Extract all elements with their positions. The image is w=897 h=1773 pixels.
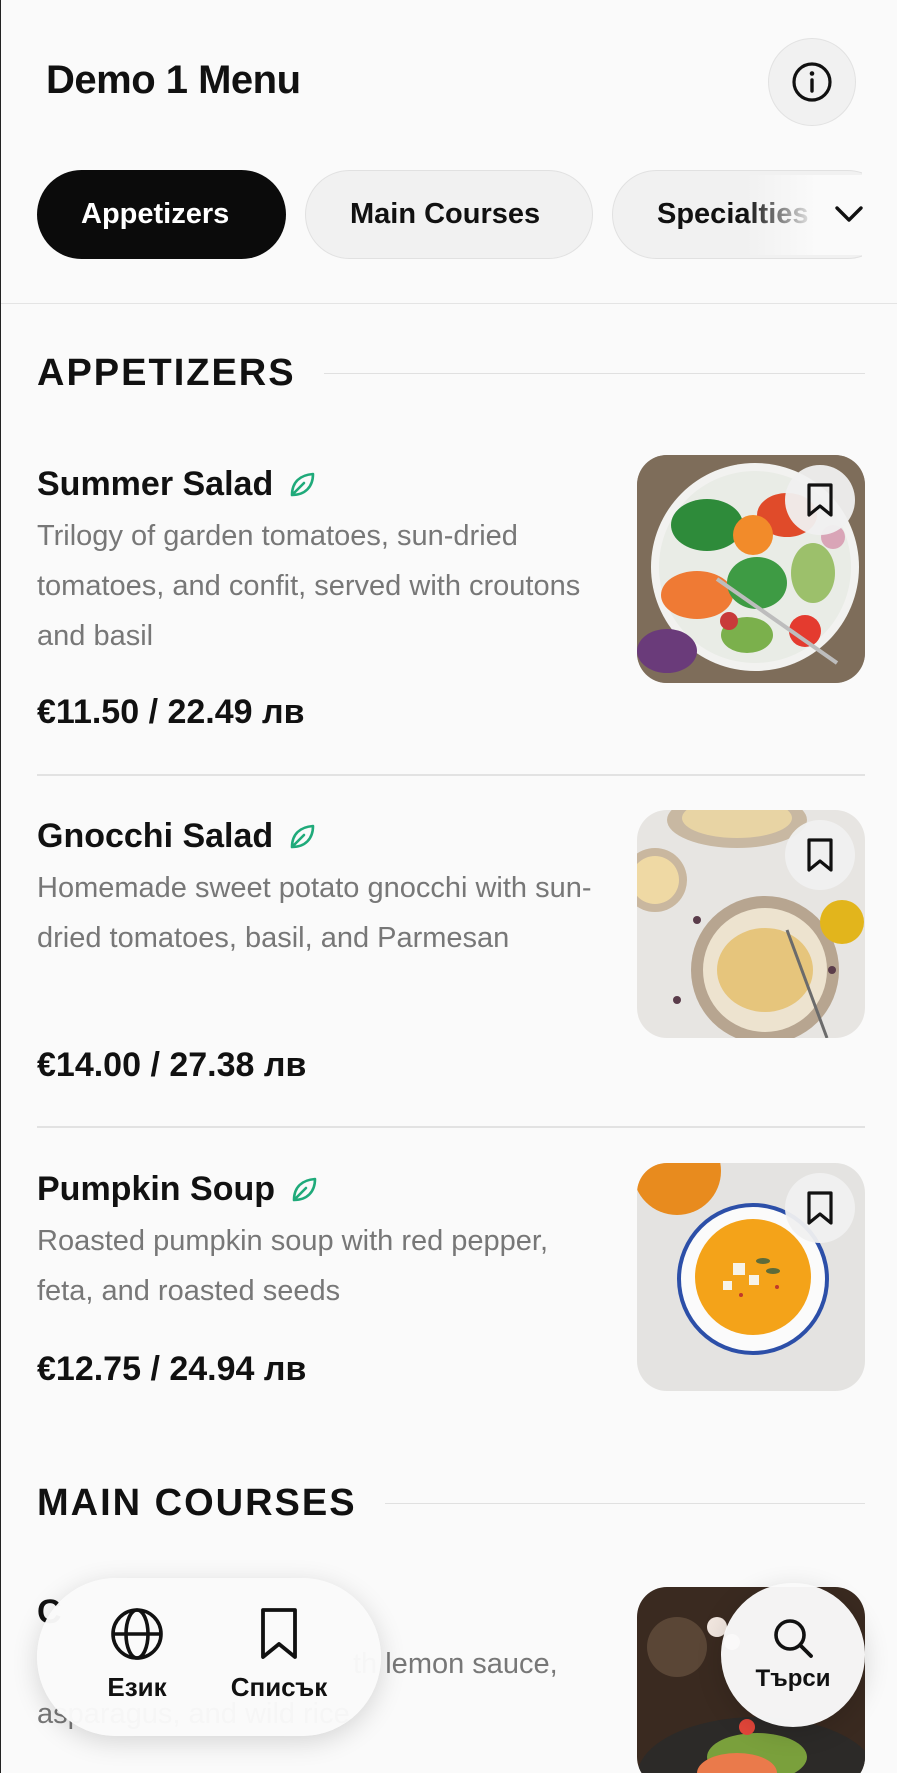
item-description: Homemade sweet potato gnocchi with sun-d…	[37, 872, 592, 954]
vegetarian-leaf-icon	[287, 822, 317, 852]
info-icon	[792, 62, 832, 102]
tab-main-courses[interactable]: Main Courses	[305, 170, 593, 259]
menu-item[interactable]: Pumpkin Soup Roasted pumpkin soup with r…	[37, 1163, 865, 1400]
item-name: Gnocchi Salad	[37, 817, 274, 855]
item-name: Summer Salad	[37, 465, 274, 503]
category-tabs: Appetizers Main Courses Specialties	[37, 170, 862, 260]
menu-header: Demo 1 Menu Appetizers Main Courses Spec…	[1, 0, 897, 304]
saved-list-button[interactable]: Списък	[209, 1606, 349, 1703]
saved-list-label: Списък	[230, 1672, 328, 1702]
item-description: Roasted pumpkin soup with red pepper, fe…	[37, 1225, 549, 1307]
section-rule	[323, 373, 865, 374]
item-price: €14.00 / 27.38 лв	[37, 1046, 307, 1084]
bookmark-icon	[807, 1191, 833, 1225]
menu-item[interactable]: Gnocchi Salad Homemade sweet potato gnoc…	[37, 810, 865, 1084]
section-header-appetizers: APPETIZERS	[37, 352, 865, 395]
section-title: MAIN COURSES	[37, 1482, 357, 1524]
bookmark-icon	[261, 1608, 297, 1659]
globe-icon	[111, 1608, 163, 1660]
item-name-row: Gnocchi Salad	[37, 817, 317, 856]
chevron-down-icon[interactable]	[833, 203, 865, 225]
item-image-gnocchi[interactable]	[637, 810, 865, 1038]
bookmark-icon	[807, 483, 833, 517]
bottom-nav: Език Списък	[37, 1578, 381, 1736]
language-button[interactable]: Език	[67, 1606, 207, 1703]
item-divider	[37, 774, 865, 776]
vegetarian-leaf-icon	[287, 470, 317, 500]
search-label: Търси	[755, 1665, 831, 1692]
bookmark-icon	[807, 838, 833, 872]
bookmark-button[interactable]	[785, 1173, 855, 1243]
item-name-row: Summer Salad	[37, 465, 317, 504]
search-button[interactable]: Търси	[721, 1583, 865, 1727]
item-name-row: Pumpkin Soup	[37, 1170, 319, 1209]
section-title: APPETIZERS	[37, 352, 296, 394]
item-name: Pumpkin Soup	[37, 1170, 275, 1208]
item-price: €11.50 / 22.49 лв	[37, 693, 305, 731]
bookmark-button[interactable]	[785, 820, 855, 890]
item-image-salad[interactable]	[637, 455, 865, 683]
section-rule	[384, 1503, 865, 1504]
item-divider	[37, 1126, 865, 1128]
vegetarian-leaf-icon	[289, 1175, 319, 1205]
item-price: €12.75 / 24.94 лв	[37, 1350, 307, 1388]
language-label: Език	[107, 1672, 167, 1702]
tab-appetizers[interactable]: Appetizers	[37, 170, 286, 259]
item-description: Trilogy of garden tomatoes, sun-dried to…	[37, 520, 581, 652]
search-icon	[774, 1619, 813, 1658]
menu-item[interactable]: Summer Salad Trilogy of garden tomatoes,…	[37, 455, 865, 731]
info-button[interactable]	[768, 38, 856, 126]
tab-label: Main Courses	[350, 198, 541, 230]
page-title: Demo 1 Menu	[46, 58, 301, 102]
item-image-soup[interactable]	[637, 1163, 865, 1391]
tab-label: Appetizers	[81, 198, 230, 230]
bookmark-button[interactable]	[785, 465, 855, 535]
section-header-main-courses: MAIN COURSES	[37, 1482, 865, 1525]
